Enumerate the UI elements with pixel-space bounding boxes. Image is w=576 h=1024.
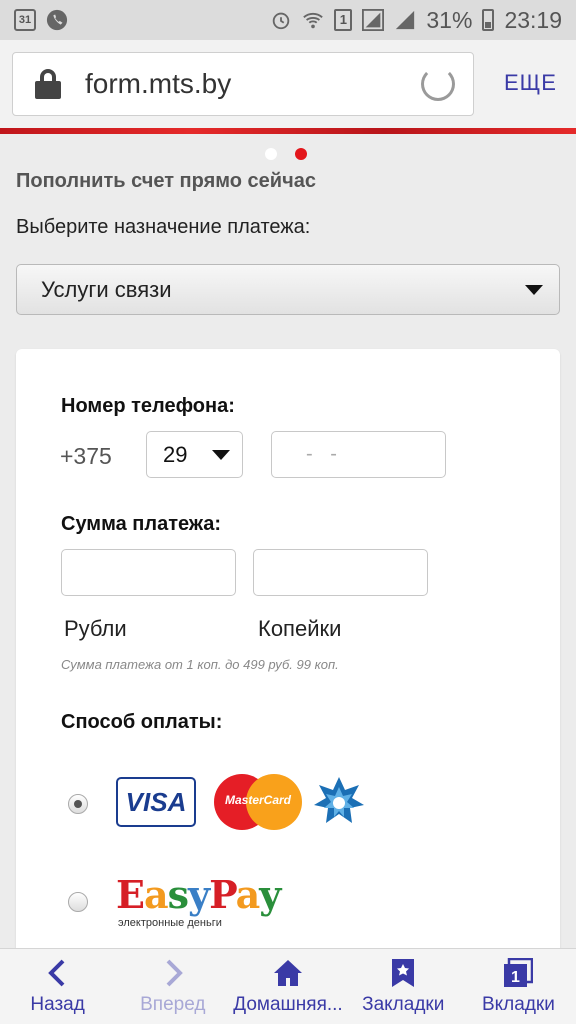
page-title: Пополнить счет прямо сейчас — [16, 170, 316, 192]
purpose-label: Выберите назначение платежа: — [16, 216, 311, 238]
carousel-dot-active[interactable] — [295, 148, 307, 160]
bookmark-icon — [392, 958, 415, 987]
tabs-icon: 1 — [504, 957, 534, 987]
caret-down-icon — [212, 449, 230, 460]
chevron-left-icon — [47, 959, 65, 986]
operator-code-value: 29 — [163, 441, 188, 467]
wifi-icon — [303, 12, 324, 29]
battery-percent: 31% — [426, 6, 473, 33]
back-label: Назад — [30, 993, 85, 1015]
rubles-label: Рубли — [64, 616, 127, 641]
mastercard-logo: MasterCard — [214, 774, 302, 830]
more-button[interactable]: ЕЩЕ — [504, 70, 557, 96]
phone-label: Номер телефона: — [61, 395, 235, 417]
carousel-dot[interactable] — [265, 148, 277, 160]
payment-form-card: Номер телефона: +375 29 - - Сумма платеж… — [16, 349, 560, 948]
home-button[interactable]: Домашняя... — [230, 949, 345, 1024]
phone-prefix: +375 — [60, 443, 112, 469]
home-icon — [274, 959, 302, 986]
amount-hint: Сумма платежа от 1 коп. до 499 руб. 99 к… — [61, 657, 339, 672]
bottom-nav: Назад Вперед Домашняя... Закладки 1 Вкла… — [0, 948, 576, 1024]
alarm-icon — [273, 12, 290, 30]
phone-icon — [46, 9, 68, 31]
address-bar[interactable]: form.mts.by — [12, 52, 474, 116]
signal-bars-icon — [396, 10, 415, 30]
easypay-logo: EasyPay электронные деньги — [116, 872, 281, 930]
svg-text:1: 1 — [511, 969, 520, 986]
operator-code-select[interactable]: 29 — [146, 431, 243, 478]
phone-number-input[interactable]: - - — [271, 431, 446, 478]
banner-strip — [0, 128, 576, 134]
page-content: Пополнить счет прямо сейчас Выберите наз… — [0, 128, 576, 948]
easypay-tagline: электронные деньги — [118, 917, 222, 929]
forward-button[interactable]: Вперед — [115, 949, 230, 1024]
payment-easypay-radio[interactable] — [68, 892, 88, 912]
kopecks-label: Копейки — [258, 616, 342, 641]
url-text[interactable]: form.mts.by — [85, 68, 231, 100]
forward-label: Вперед — [140, 993, 206, 1015]
calendar-icon: 31 — [14, 9, 36, 31]
bookmarks-label: Закладки — [362, 993, 445, 1015]
purpose-select-value: Услуги связи — [41, 276, 172, 302]
chevron-right-icon — [166, 959, 183, 986]
carousel-dots — [265, 148, 307, 160]
status-bar: 31 1 31% 23:19 — [0, 0, 576, 40]
purpose-select[interactable]: Услуги связи — [16, 264, 560, 315]
kopecks-input[interactable] — [253, 549, 428, 596]
tabs-label: Вкладки — [481, 993, 555, 1015]
phone-number-placeholder: - - — [306, 443, 343, 465]
payment-card-radio[interactable] — [68, 794, 88, 814]
lock-icon — [35, 69, 61, 99]
browser-toolbar: form.mts.by ЕЩЕ — [0, 40, 576, 128]
belkart-icon — [314, 777, 364, 823]
rubles-input[interactable] — [61, 549, 236, 596]
amount-label: Сумма платежа: — [61, 513, 222, 535]
signal-icon — [362, 9, 385, 31]
battery-icon — [482, 9, 495, 31]
reload-icon[interactable] — [421, 67, 455, 101]
back-button[interactable]: Назад — [0, 949, 115, 1024]
caret-down-icon — [525, 284, 543, 295]
home-label: Домашняя... — [233, 993, 343, 1015]
payment-method-label: Способ оплаты: — [61, 711, 223, 733]
visa-logo: VISA — [116, 777, 196, 827]
sim-icon: 1 — [334, 9, 353, 31]
bookmarks-button[interactable]: Закладки — [346, 949, 461, 1024]
clock: 23:19 — [504, 6, 562, 33]
tabs-button[interactable]: 1 Вкладки — [461, 949, 576, 1024]
